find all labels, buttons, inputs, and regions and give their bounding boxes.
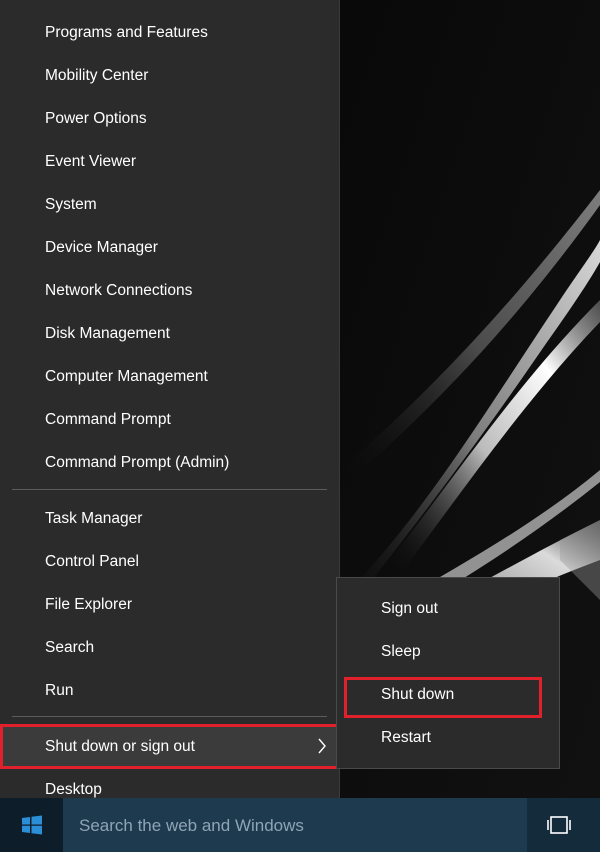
submenu-item-sign-out[interactable]: Sign out <box>337 587 559 630</box>
menu-item-event-viewer[interactable]: Event Viewer <box>0 140 340 183</box>
menu-item-file-explorer[interactable]: File Explorer <box>0 583 340 626</box>
menu-item-shut-down-or-sign-out[interactable]: Shut down or sign out <box>0 724 340 769</box>
menu-item-device-manager[interactable]: Device Manager <box>0 226 340 269</box>
menu-item-power-options[interactable]: Power Options <box>0 97 340 140</box>
menu-item-computer-management[interactable]: Computer Management <box>0 355 340 398</box>
submenu-item-sleep[interactable]: Sleep <box>337 630 559 673</box>
search-placeholder: Search the web and Windows <box>79 816 304 835</box>
menu-item-command-prompt-admin[interactable]: Command Prompt (Admin) <box>0 441 340 484</box>
chevron-right-icon <box>316 724 328 767</box>
menu-item-mobility-center[interactable]: Mobility Center <box>0 54 340 97</box>
windows-logo-icon <box>21 815 42 835</box>
menu-item-run[interactable]: Run <box>0 669 340 712</box>
menu-item-control-panel[interactable]: Control Panel <box>0 540 340 583</box>
menu-item-programs-and-features[interactable]: Programs and Features <box>0 11 340 54</box>
menu-item-disk-management[interactable]: Disk Management <box>0 312 340 355</box>
start-button[interactable] <box>0 798 63 852</box>
search-input[interactable]: Search the web and Windows <box>63 798 527 852</box>
shutdown-submenu: Sign out Sleep Shut down Restart <box>336 577 560 769</box>
task-view-icon <box>546 816 571 834</box>
submenu-item-restart[interactable]: Restart <box>337 716 559 759</box>
taskbar: Search the web and Windows <box>0 798 600 852</box>
menu-divider <box>12 489 327 490</box>
task-view-button[interactable] <box>527 798 590 852</box>
shut-down-highlight-box <box>344 677 542 718</box>
menu-item-network-connections[interactable]: Network Connections <box>0 269 340 312</box>
menu-divider <box>12 716 327 717</box>
winx-menu: Programs and Features Mobility Center Po… <box>0 0 340 820</box>
menu-item-task-manager[interactable]: Task Manager <box>0 497 340 540</box>
menu-item-command-prompt[interactable]: Command Prompt <box>0 398 340 441</box>
menu-item-search[interactable]: Search <box>0 626 340 669</box>
menu-item-system[interactable]: System <box>0 183 340 226</box>
menu-item-label: Shut down or sign out <box>45 738 195 755</box>
